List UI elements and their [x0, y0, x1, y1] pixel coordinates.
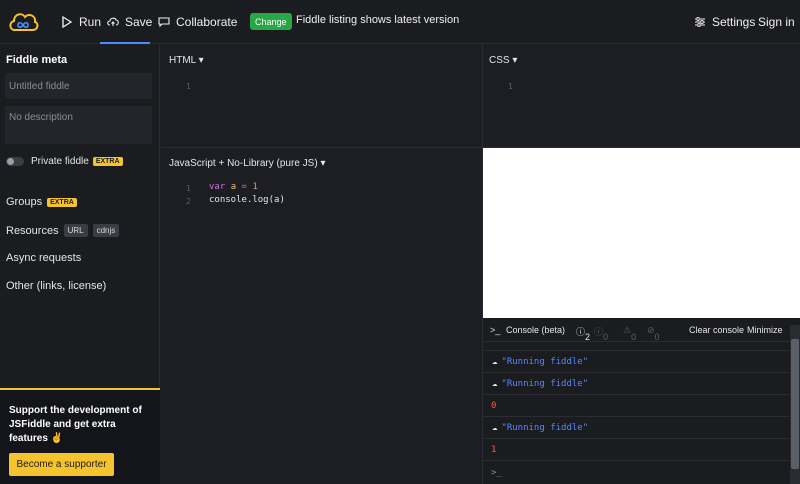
- supporter-promo: Support the development of JSFiddle and …: [0, 388, 160, 484]
- jsfiddle-logo-icon[interactable]: [6, 5, 40, 39]
- cdnjs-tag: cdnjs: [92, 224, 120, 237]
- line-number: 1: [508, 82, 513, 91]
- console-header: >_ Console (beta) ⓘ 2 ⓘ 0 ⚠ 0 ⊘ 0 Clear …: [483, 318, 800, 342]
- error-count-value: 0: [654, 332, 660, 342]
- sidebar-item-groups[interactable]: Groups EXTRA: [6, 196, 77, 208]
- console-entry: ☁ "Running fiddle": [483, 351, 790, 373]
- css-label: CSS: [489, 55, 510, 66]
- code-line-1: var a = 1: [209, 182, 258, 192]
- console-panel: >_ Console (beta) ⓘ 2 ⓘ 0 ⚠ 0 ⊘ 0 Clear …: [483, 318, 800, 484]
- sliders-icon: [695, 17, 705, 27]
- html-panel-label[interactable]: HTML ▾: [169, 55, 204, 66]
- resources-label: Resources: [6, 224, 59, 237]
- chat-bubble-icon: [158, 17, 170, 28]
- js-editor-panel[interactable]: JavaScript + No-Library (pure JS) ▾ 1 2 …: [161, 148, 482, 484]
- console-prompt-input[interactable]: >_: [483, 462, 790, 484]
- console-entry-text: "Running fiddle": [501, 422, 589, 433]
- cloud-upload-icon: [107, 17, 119, 26]
- other-label: Other (links, license): [6, 280, 107, 292]
- line-number: 1: [186, 184, 191, 193]
- console-scrollbar[interactable]: [790, 325, 800, 484]
- line-number: 1: [186, 82, 191, 91]
- info-count[interactable]: ⓘ 2: [576, 325, 590, 342]
- clear-console-button[interactable]: Clear console: [689, 325, 744, 335]
- version-message: Fiddle listing shows latest version: [296, 14, 460, 26]
- run-label: Run: [79, 15, 102, 29]
- url-tag: URL: [63, 224, 88, 237]
- private-fiddle-toggle[interactable]: [6, 157, 24, 166]
- html-editor-panel[interactable]: HTML ▾ 1: [161, 45, 482, 147]
- fiddle-meta-title: Fiddle meta: [6, 54, 68, 66]
- console-row-partial: [483, 342, 790, 351]
- console-entry: 1: [483, 439, 790, 461]
- terminal-icon: >_: [490, 325, 501, 335]
- play-icon: [62, 16, 73, 28]
- sign-in-label: Sign in: [758, 15, 795, 29]
- html-label: HTML: [169, 55, 196, 66]
- alert-count-value: 0: [631, 332, 637, 342]
- groups-label: Groups: [6, 196, 43, 208]
- js-panel-label[interactable]: JavaScript + No-Library (pure JS) ▾: [169, 158, 325, 169]
- sidebar-item-async-requests[interactable]: Async requests: [6, 252, 81, 264]
- sidebar-item-other[interactable]: Other (links, license): [6, 280, 106, 292]
- run-button[interactable]: Run: [61, 0, 101, 44]
- variable: a: [230, 182, 237, 192]
- sidebar-item-resources[interactable]: Resources URL cdnjs: [6, 224, 120, 237]
- collaborate-button[interactable]: Collaborate: [158, 0, 237, 44]
- promo-text: Support the development of JSFiddle and …: [9, 405, 142, 444]
- js-label: JavaScript + No-Library (pure JS): [169, 158, 318, 169]
- fiddle-title-input[interactable]: Untitled fiddle: [5, 73, 152, 99]
- css-editor-panel[interactable]: CSS ▾ 1: [483, 45, 800, 147]
- private-fiddle-text: Private fiddle: [31, 156, 89, 167]
- save-label: Save: [125, 15, 153, 29]
- alert-count[interactable]: ⚠ 0: [623, 325, 636, 342]
- become-supporter-button[interactable]: Become a supporter: [9, 453, 114, 476]
- result-frame[interactable]: [483, 148, 800, 318]
- code-line-2: console.log(a): [209, 195, 285, 205]
- extra-badge: EXTRA: [47, 197, 77, 207]
- warn-count[interactable]: ⓘ 0: [594, 325, 608, 342]
- console-entry-text: "Running fiddle": [501, 378, 589, 389]
- private-fiddle-label: Private fiddle EXTRA: [31, 156, 123, 167]
- async-label: Async requests: [6, 252, 82, 264]
- sign-in-button[interactable]: Sign in: [758, 0, 795, 44]
- sidebar: Fiddle meta Untitled fiddle No descripti…: [0, 45, 160, 484]
- minimize-button[interactable]: Minimize: [747, 325, 783, 335]
- line-number: 2: [186, 197, 191, 206]
- settings-button[interactable]: Settings: [694, 0, 755, 44]
- save-active-indicator: [100, 42, 150, 44]
- collaborate-label: Collaborate: [176, 15, 238, 29]
- cloud-icon: ☁: [492, 356, 498, 367]
- number-literal: 1: [252, 182, 258, 192]
- console-title: Console (beta): [506, 325, 566, 335]
- css-panel-label[interactable]: CSS ▾: [489, 55, 517, 66]
- change-button[interactable]: Change: [250, 13, 292, 30]
- extra-badge: EXTRA: [92, 156, 123, 166]
- console-entry: ☁ "Running fiddle": [483, 373, 790, 395]
- warn-count-value: 0: [603, 332, 609, 342]
- settings-label: Settings: [712, 15, 756, 29]
- console-entry-text: "Running fiddle": [501, 356, 589, 367]
- info-count-value: 2: [585, 332, 591, 342]
- cloud-icon: ☁: [492, 378, 498, 389]
- operator: =: [241, 182, 247, 192]
- cloud-icon: ☁: [492, 422, 498, 433]
- keyword: var: [209, 182, 226, 192]
- fiddle-description-input[interactable]: No description: [5, 106, 152, 144]
- error-count[interactable]: ⊘ 0: [647, 325, 660, 342]
- console-entry: 0: [483, 395, 790, 417]
- console-entry: ☁ "Running fiddle": [483, 417, 790, 439]
- scrollbar-thumb[interactable]: [791, 339, 799, 469]
- top-bar: Run Save Collaborate Change Fiddle listi…: [0, 0, 800, 44]
- save-button[interactable]: Save: [107, 0, 152, 44]
